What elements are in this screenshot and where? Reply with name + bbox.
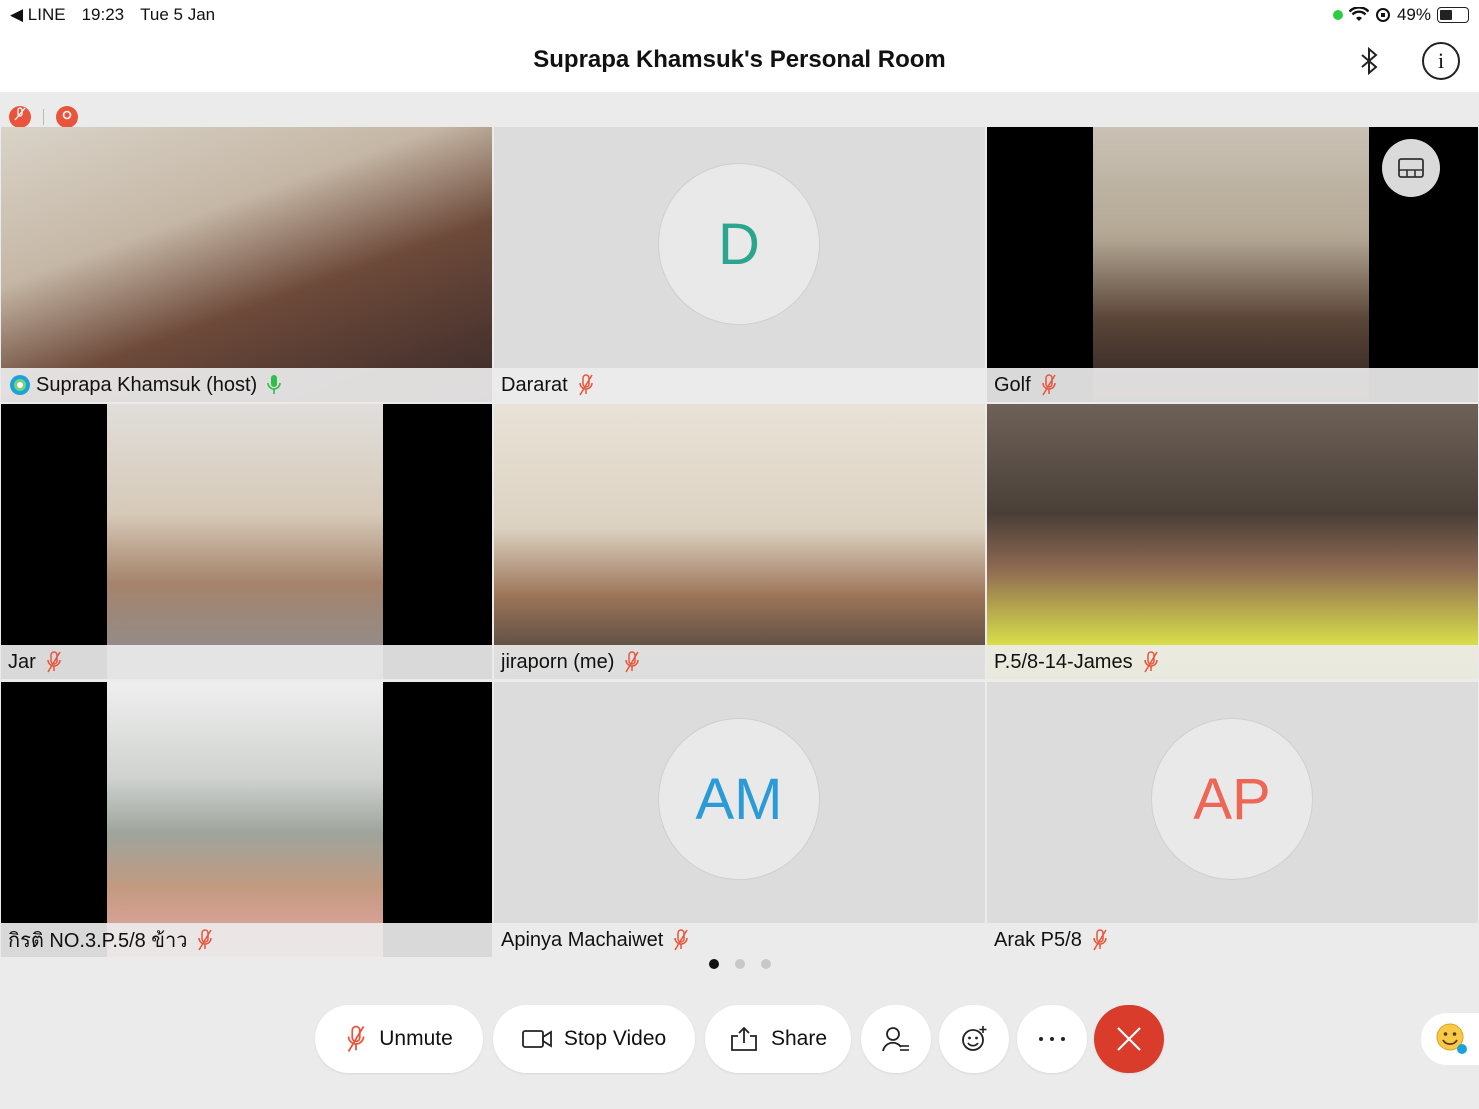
meeting-info-button[interactable]: i [1422,42,1460,80]
unmute-label: Unmute [379,1027,453,1050]
mic-muted-icon [198,929,213,951]
participant-name: Apinya Machaiwet [501,928,664,951]
picture-in-picture-button[interactable] [1382,139,1440,197]
mic-muted-icon [1143,651,1158,673]
participant-name-bar: Apinya Machaiwet [494,923,985,957]
participant-tile[interactable]: Jar [1,404,492,679]
reactions-button[interactable] [939,1005,1009,1073]
mic-muted-icon [625,651,640,673]
participant-name-bar: jiraporn (me) [494,645,985,679]
status-date: Tue 5 Jan [140,5,216,24]
participant-name: P.5/8-14-James [994,650,1133,673]
participant-name: Arak P5/8 [994,928,1082,951]
participant-name: Golf [994,373,1031,396]
status-time: 19:23 [81,5,125,24]
participant-tile[interactable]: P.5/8-14-James [987,404,1478,679]
leave-meeting-button[interactable] [1094,1005,1164,1073]
participant-name-bar: Dararat [494,368,985,402]
meeting-header: Suprapa Khamsuk's Personal Room i [0,30,1479,92]
page-dot[interactable] [760,959,771,969]
participant-avatar: D [658,163,820,325]
participant-tile[interactable]: D Dararat [494,127,985,402]
avatar-initials: D [718,211,760,277]
participant-name: jiraporn (me) [501,650,615,673]
page-indicator[interactable] [0,959,1479,969]
emoji-reaction-icon [962,1026,987,1051]
back-to-app-link[interactable]: ◀ LINE [10,5,66,25]
participant-video [107,404,383,679]
participant-avatar: AM [658,718,820,880]
participant-name-bar: Jar [1,645,492,679]
rotation-lock-icon [1375,8,1390,22]
bluetooth-icon[interactable] [1352,44,1386,78]
participant-video [1,127,492,402]
page-dot[interactable] [734,959,745,969]
participant-tile[interactable]: AP Arak P5/8 [987,682,1478,957]
stop-video-button[interactable]: Stop Video [493,1005,695,1073]
page-dot-active[interactable] [708,959,719,969]
close-icon [1117,1027,1141,1051]
mic-muted-icon [674,929,689,951]
participant-name: Jar [8,650,36,673]
participant-name: กิรติ NO.3.P.5/8 ข้าว [8,930,188,952]
camera-in-use-indicator [1332,10,1343,20]
participant-name: Dararat [501,373,568,396]
meeting-controls: Unmute Stop Video Share [0,1005,1479,1073]
mic-muted-icon [47,651,61,673]
video-camera-icon [521,1030,552,1048]
participant-tile[interactable]: Suprapa Khamsuk (host) [1,127,492,402]
participant-video [1093,127,1369,402]
mic-muted-icon [1041,374,1056,396]
share-label: Share [770,1027,828,1050]
avatar-initials: AP [1193,766,1271,832]
muted-mic-badge-icon [9,106,31,128]
more-dots-icon [1039,1037,1065,1041]
stop-video-label: Stop Video [563,1027,667,1050]
participants-icon [882,1027,909,1052]
meeting-title: Suprapa Khamsuk's Personal Room [533,46,946,73]
status-bar: ◀ LINE 19:23 Tue 5 Jan 49% [0,0,1479,30]
wifi-icon [1348,7,1369,21]
participant-video [494,404,985,679]
participant-name-bar: Arak P5/8 [987,923,1478,957]
participant-name: Suprapa Khamsuk (host) [36,373,258,396]
participant-name-bar: กิรติ NO.3.P.5/8 ข้าว [1,923,492,957]
avatar-initials: AM [695,766,783,832]
share-button[interactable]: Share [705,1005,851,1073]
unmute-button[interactable]: Unmute [315,1005,483,1073]
more-options-button[interactable] [1017,1005,1087,1073]
smiley-face-icon [1436,1023,1467,1054]
participant-video [987,404,1478,679]
participant-tile[interactable]: Golf [987,127,1478,402]
host-status-indicators [9,106,78,128]
battery-icon [1437,7,1469,23]
participant-tile[interactable]: กิรติ NO.3.P.5/8 ข้าว [1,682,492,957]
participant-tile[interactable]: jiraporn (me) [494,404,985,679]
participant-tile[interactable]: AM Apinya Machaiwet [494,682,985,957]
mic-muted-icon [578,374,593,396]
emoji-sticker-button[interactable] [1421,1013,1479,1065]
webex-logo-icon [10,375,30,395]
participants-button[interactable] [861,1005,931,1073]
mic-muted-icon [1093,929,1107,951]
share-icon [731,1026,757,1051]
participant-video [107,682,383,957]
mic-muted-icon [347,1025,365,1052]
participant-name-bar: P.5/8-14-James [987,645,1478,679]
layout-toggle-icon [1398,158,1424,178]
mic-on-icon [267,375,282,394]
participant-name-bar: Suprapa Khamsuk (host) [1,368,492,402]
participant-name-bar: Golf [987,368,1478,402]
battery-percent: 49% [1396,5,1431,24]
participant-avatar: AP [1151,718,1313,880]
recording-badge-icon [56,106,78,128]
